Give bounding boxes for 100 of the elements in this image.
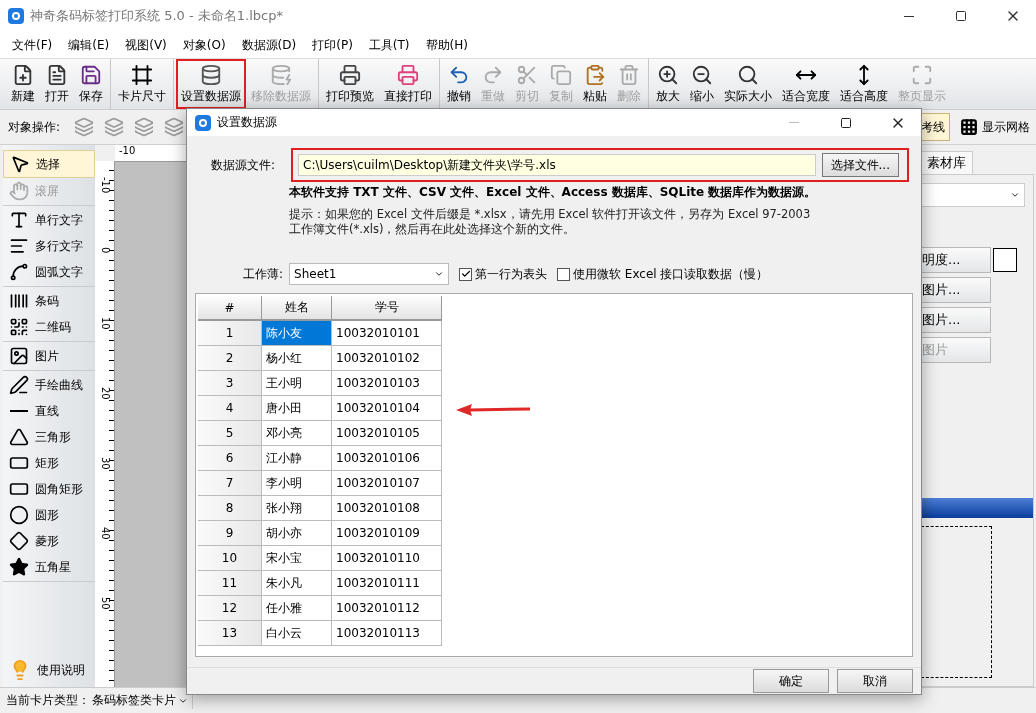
tool-item[interactable]: 五角星	[3, 554, 95, 580]
toolbar-button[interactable]: 适合高度	[835, 59, 893, 109]
layers-icon[interactable]	[164, 117, 185, 137]
tool-item[interactable]: 圆弧文字	[3, 259, 95, 285]
table-cell[interactable]: 陈小友	[262, 321, 332, 346]
tool-item[interactable]: 选择	[3, 150, 95, 178]
table-cell[interactable]: 王小明	[262, 371, 332, 396]
table-cell[interactable]: 李小明	[262, 471, 332, 496]
menu-item[interactable]: 视图(V)	[117, 36, 175, 54]
menu-item[interactable]: 对象(O)	[174, 36, 234, 54]
curve-icon	[9, 262, 29, 282]
table-cell[interactable]: 10032010102	[332, 346, 442, 371]
panel-button[interactable]: 图片...	[921, 277, 991, 303]
table-cell[interactable]: 10032010108	[332, 496, 442, 521]
table-cell[interactable]: 朱小凡	[262, 571, 332, 596]
tool-item[interactable]: 三角形	[3, 424, 95, 450]
tool-item[interactable]: 二维码	[3, 314, 95, 340]
toolbar-button[interactable]: 打印预览	[321, 59, 379, 109]
table-cell[interactable]: 张小翔	[262, 496, 332, 521]
toolbar-button[interactable]: 粘贴	[578, 59, 612, 109]
tool-item[interactable]: 多行文字	[3, 233, 95, 259]
grid-button[interactable]: 显示网格	[960, 118, 1036, 136]
row-number: 4	[198, 396, 262, 421]
menu-item[interactable]: 帮助(H)	[417, 36, 476, 54]
document-icon	[46, 63, 68, 86]
menu-item[interactable]: 文件(F)	[4, 36, 61, 54]
tool-item[interactable]: 直线	[3, 398, 95, 424]
table-cell[interactable]: 邓小亮	[262, 421, 332, 446]
column-header[interactable]: 姓名	[262, 296, 332, 321]
table-cell[interactable]: 10032010112	[332, 596, 442, 621]
table-cell[interactable]: 10032010104	[332, 396, 442, 421]
layers-icon[interactable]	[134, 117, 155, 137]
table-cell[interactable]: 任小雅	[262, 596, 332, 621]
table-cell[interactable]: 10032010101	[332, 321, 442, 346]
table-cell[interactable]: 10032010107	[332, 471, 442, 496]
toolbar-button[interactable]: 实际大小	[719, 59, 777, 109]
ruler-number: 30	[98, 457, 111, 472]
table-cell[interactable]: 10032010105	[332, 421, 442, 446]
qr-code-icon	[9, 317, 29, 337]
table-cell[interactable]: 10032010111	[332, 571, 442, 596]
checkbox[interactable]	[557, 267, 571, 281]
table-cell[interactable]: 10032010113	[332, 621, 442, 646]
toolbar-button[interactable]: 直接打印	[379, 59, 437, 109]
table-cell[interactable]: 杨小红	[262, 346, 332, 371]
table-cell[interactable]: 宋小宝	[262, 546, 332, 571]
panel-button[interactable]: 图片...	[921, 307, 991, 333]
table-cell[interactable]: 10032010103	[332, 371, 442, 396]
hand-icon	[9, 181, 29, 201]
table-cell[interactable]: 胡小亦	[262, 521, 332, 546]
menu-item[interactable]: 编辑(E)	[60, 36, 118, 54]
choose-file-button[interactable]: 选择文件...	[821, 153, 899, 177]
checkbox[interactable]	[459, 267, 473, 281]
table-cell[interactable]: 10032010106	[332, 446, 442, 471]
ruler-number: 20	[98, 387, 111, 402]
panel-button[interactable]: 明度...	[921, 247, 991, 273]
minimize-icon	[904, 15, 914, 17]
tool-item[interactable]: 圆角矩形	[3, 476, 95, 502]
menu-item[interactable]: 数据源(D)	[233, 36, 305, 54]
grid-icon	[960, 118, 978, 136]
dialog-button[interactable]: 取消	[837, 669, 913, 693]
sheet-select[interactable]: Sheet1	[289, 263, 450, 285]
status-label: 当前卡片类型：	[6, 692, 90, 709]
tool-item[interactable]: 单行文字	[3, 207, 95, 233]
toolbar-button[interactable]: 放大	[651, 59, 685, 109]
help-item[interactable]: 使用说明	[3, 653, 95, 687]
tool-item[interactable]: 菱形	[3, 528, 95, 554]
table-cell[interactable]: 10032010109	[332, 521, 442, 546]
toolbar-button[interactable]: 适合宽度	[777, 59, 835, 109]
tool-item[interactable]: 矩形	[3, 450, 95, 476]
diamond-icon	[9, 531, 29, 551]
layers-icon[interactable]	[74, 117, 95, 137]
file-path-field[interactable]: C:\Users\cuilm\Desktop\新建文件夹\学号.xls	[298, 154, 816, 176]
color-swatch[interactable]	[993, 248, 1017, 272]
app-icon	[195, 114, 211, 131]
checkbox-option[interactable]: 第一行为表头	[459, 265, 548, 283]
table-cell[interactable]: 唐小田	[262, 396, 332, 421]
toolbar-button[interactable]: 设置数据源	[176, 59, 246, 109]
menu-item[interactable]: 打印(P)	[304, 36, 361, 54]
toolbar-button[interactable]: 缩小	[685, 59, 719, 109]
dialog-button[interactable]: 确定	[753, 669, 829, 693]
tool-item[interactable]: 手绘曲线	[3, 372, 95, 398]
tool-item[interactable]: 图片	[3, 343, 95, 369]
toolbar-button[interactable]: 卡片尺寸	[113, 59, 171, 109]
toolbar-button[interactable]: 新建	[6, 59, 40, 109]
toolbar-button[interactable]: 保存	[74, 59, 108, 109]
tool-item[interactable]: 条码	[3, 288, 95, 314]
toolbar-button[interactable]: 打开	[40, 59, 74, 109]
database-icon	[200, 63, 222, 86]
column-header[interactable]: 学号	[332, 296, 442, 321]
layers-icon[interactable]	[104, 117, 125, 137]
dropdown-field[interactable]	[921, 183, 1025, 207]
column-header[interactable]: #	[198, 296, 262, 321]
toolbar-button[interactable]: 撤销	[442, 59, 476, 109]
library-tab[interactable]: 素材库	[920, 151, 973, 174]
tool-item[interactable]: 圆形	[3, 502, 95, 528]
table-cell[interactable]: 10032010110	[332, 546, 442, 571]
table-cell[interactable]: 白小云	[262, 621, 332, 646]
pointer-icon	[10, 154, 30, 174]
menu-item[interactable]: 工具(T)	[360, 36, 418, 54]
table-cell[interactable]: 江小静	[262, 446, 332, 471]
